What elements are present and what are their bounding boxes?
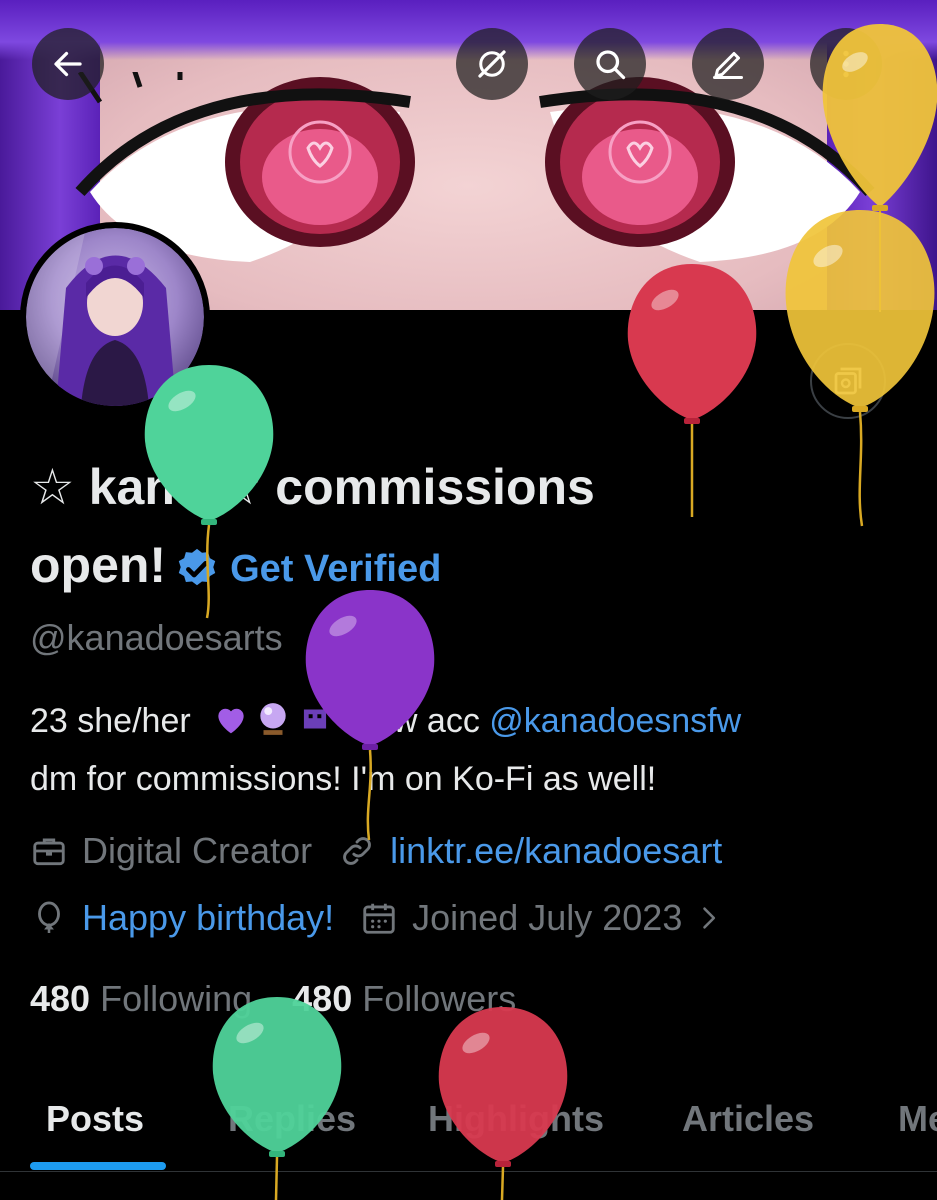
- category-item: Digital Creator: [30, 830, 312, 872]
- active-tab-indicator: [30, 1162, 166, 1170]
- joined-item[interactable]: Joined July 2023: [360, 897, 722, 939]
- arrow-left-icon: [54, 51, 82, 77]
- balloon-green-bottom: [210, 995, 344, 1200]
- bio-line-2: dm for commissions! I'm on Ko-Fi as well…: [30, 760, 657, 798]
- pen-icon: [713, 52, 743, 79]
- birthday-item: Happy birthday!: [30, 897, 334, 939]
- balloon-green-top: [142, 363, 276, 623]
- grok-icon: [478, 50, 506, 78]
- chevron-right-icon: [703, 907, 716, 929]
- grok-button[interactable]: [456, 28, 528, 100]
- bio-text: 23 she/her: [30, 702, 191, 740]
- following-count: 480: [30, 978, 91, 1019]
- search-button[interactable]: [574, 28, 646, 100]
- balloon-yellow-right: [780, 208, 937, 528]
- back-button[interactable]: [32, 28, 104, 100]
- balloon-red-bottom: [436, 1005, 570, 1200]
- profile-meta-row-2: Happy birthday! Joined July 2023: [30, 897, 748, 939]
- edit-button[interactable]: [692, 28, 764, 100]
- tab-media[interactable]: Media: [898, 1098, 937, 1140]
- bio-mention-link[interactable]: @kanadoesnsfw: [489, 702, 741, 740]
- bio-line-1: 23 she/her nsfw acc @kanadoesnsfw: [30, 692, 910, 750]
- profile-handle: @kanadoesarts: [30, 617, 283, 658]
- joined-label: Joined July 2023: [412, 897, 683, 938]
- profile-bio: 23 she/her nsfw acc @kanadoesnsfw dm for…: [30, 692, 910, 808]
- tab-posts[interactable]: Posts: [46, 1098, 144, 1140]
- balloon-purple: [303, 588, 437, 848]
- birthday-label[interactable]: Happy birthday!: [82, 897, 334, 939]
- profile-name: ☆ kana ☆ commissions open! Get Verified: [30, 448, 670, 608]
- category-label: Digital Creator: [82, 830, 313, 871]
- tab-articles[interactable]: Articles: [682, 1098, 814, 1140]
- search-icon: [596, 50, 626, 80]
- calendar-icon: [363, 903, 395, 934]
- crystal-ball-icon: [260, 703, 286, 735]
- purple-heart-icon: [218, 708, 244, 734]
- balloon-icon: [38, 901, 60, 934]
- briefcase-icon: [33, 838, 65, 866]
- website-link[interactable]: linktr.ee/kanadoesart: [390, 830, 722, 872]
- balloon-red-top: [625, 262, 759, 522]
